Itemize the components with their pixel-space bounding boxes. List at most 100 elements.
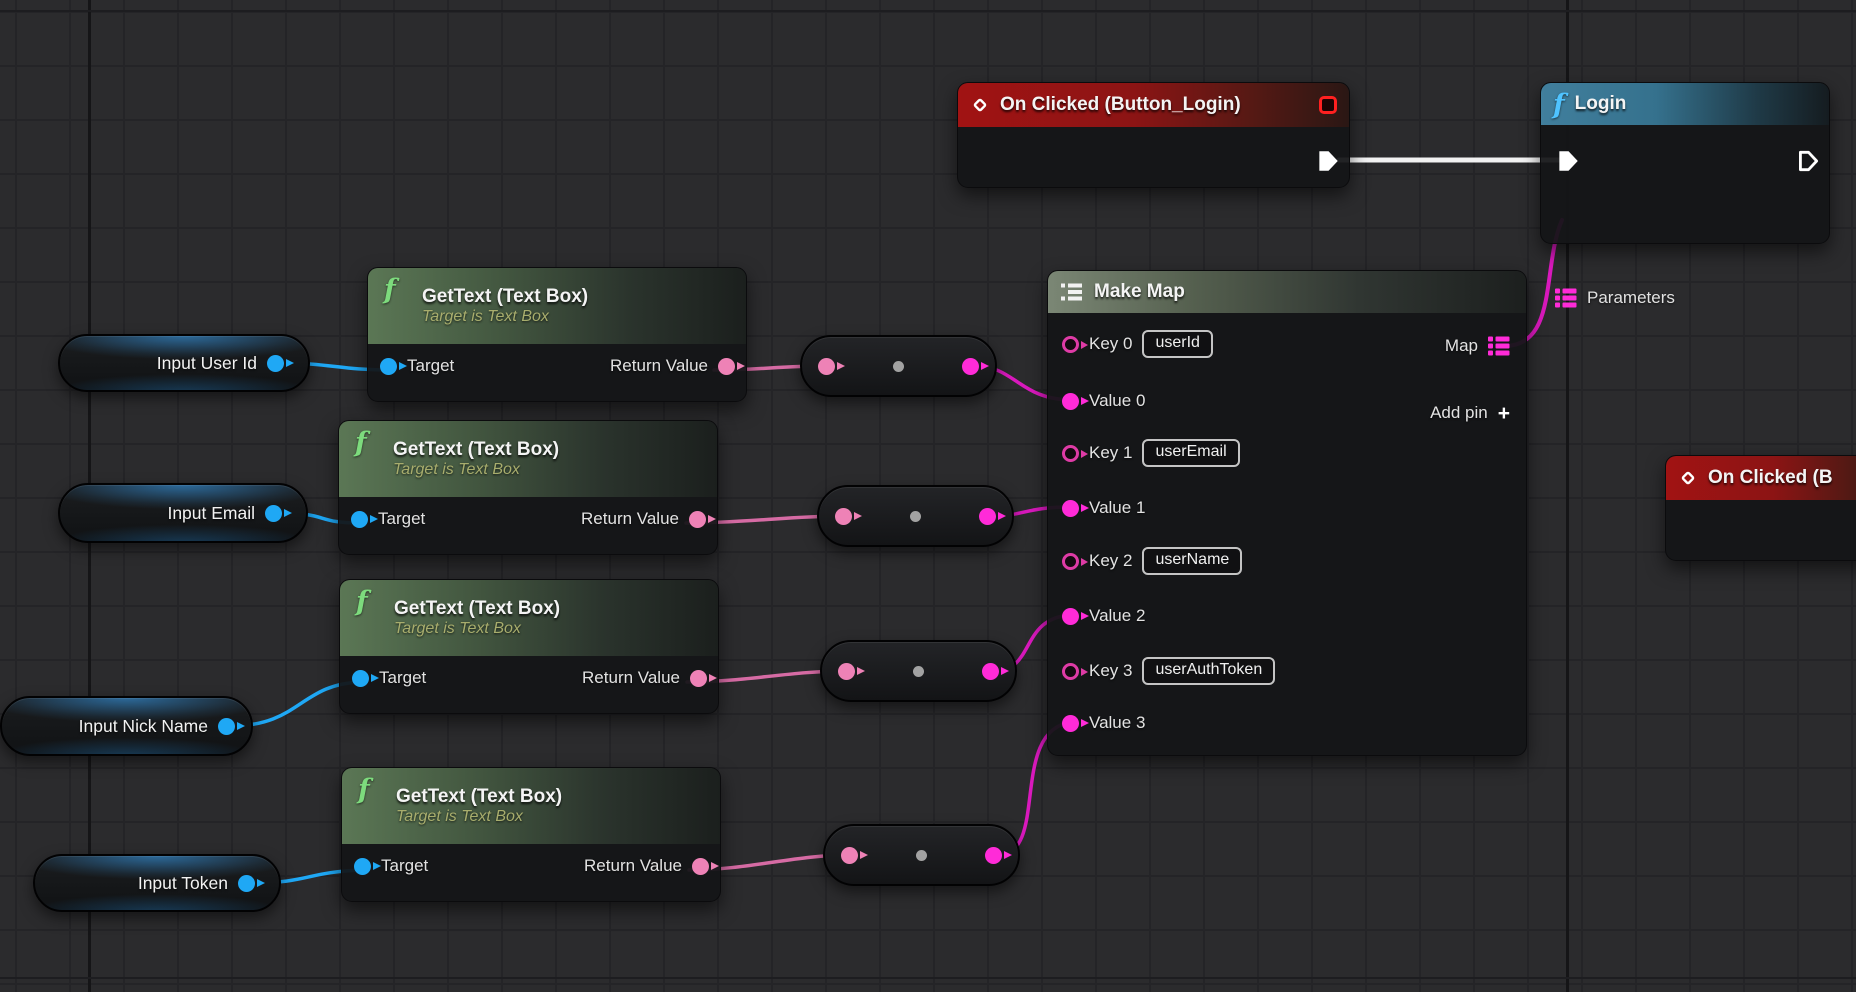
target-label: Target <box>407 356 454 376</box>
node-title: Make Map <box>1094 281 1185 303</box>
key1-pin-row[interactable]: Key 1 userEmail <box>1062 436 1240 470</box>
value2-pin-row[interactable]: Value 2 <box>1062 599 1145 633</box>
conversion-node-1[interactable] <box>800 335 997 397</box>
add-pin-button[interactable]: Add pin + <box>1430 396 1510 430</box>
key3-value-field[interactable]: userAuthToken <box>1142 657 1275 685</box>
node-gettext-4[interactable]: f GetText (Text Box) Target is Text Box … <box>341 767 721 902</box>
node-on-clicked-partial[interactable]: On Clicked (B <box>1665 455 1856 561</box>
value1-pin[interactable] <box>1062 500 1079 517</box>
variable-node-input-user-id[interactable]: Input User Id <box>58 334 310 392</box>
variable-out-pin[interactable] <box>218 718 235 735</box>
plus-icon: + <box>1498 403 1510 424</box>
return-value-label: Return Value <box>584 856 682 876</box>
exec-in-pin[interactable] <box>1555 148 1581 174</box>
target-pin[interactable] <box>351 511 368 528</box>
conversion-node-4[interactable] <box>823 824 1020 886</box>
value1-label: Value 1 <box>1089 498 1145 518</box>
variable-out-pin[interactable] <box>265 505 282 522</box>
node-subtitle: Target is Text Box <box>393 461 520 479</box>
conversion-node-3[interactable] <box>820 640 1017 702</box>
parameters-pin-label: Parameters <box>1587 288 1675 308</box>
key2-pin-row[interactable]: Key 2 userName <box>1062 544 1242 578</box>
value0-pin[interactable] <box>1062 393 1079 410</box>
value0-label: Value 0 <box>1089 391 1145 411</box>
key2-label: Key 2 <box>1089 551 1132 571</box>
node-title: GetText (Text Box) <box>394 598 560 620</box>
node-gettext-3[interactable]: f GetText (Text Box) Target is Text Box … <box>339 579 719 714</box>
target-pin[interactable] <box>352 670 369 687</box>
return-value-pin[interactable] <box>690 670 707 687</box>
conversion-out-pin[interactable] <box>979 508 996 525</box>
key0-pin[interactable] <box>1062 336 1079 353</box>
variable-out-pin[interactable] <box>238 875 255 892</box>
map-pin-icon <box>1555 288 1577 308</box>
key0-label: Key 0 <box>1089 334 1132 354</box>
variable-label: Input Email <box>167 503 255 524</box>
return-value-pin[interactable] <box>692 858 709 875</box>
conversion-in-pin[interactable] <box>838 663 855 680</box>
value3-label: Value 3 <box>1089 713 1145 733</box>
exec-out-pin[interactable] <box>1795 148 1821 174</box>
event-node-header: On Clicked (B <box>1666 456 1856 500</box>
node-login[interactable]: f Login Parameters <box>1540 82 1830 244</box>
node-subtitle: Target is Text Box <box>396 808 523 826</box>
map-output-pin-row[interactable]: Map <box>1445 329 1510 363</box>
value3-pin[interactable] <box>1062 715 1079 732</box>
node-subtitle: Target is Text Box <box>394 620 521 638</box>
conversion-out-pin[interactable] <box>985 847 1002 864</box>
node-title: On Clicked (Button_Login) <box>1000 94 1241 116</box>
conversion-dot-icon <box>893 361 904 372</box>
conversion-in-pin[interactable] <box>818 358 835 375</box>
function-f-icon: f <box>1553 91 1565 118</box>
node-title: GetText (Text Box) <box>396 786 562 808</box>
target-pin[interactable] <box>354 858 371 875</box>
variable-node-input-nick-name[interactable]: Input Nick Name <box>0 696 253 756</box>
node-title: GetText (Text Box) <box>393 439 559 461</box>
variable-node-input-email[interactable]: Input Email <box>58 483 308 543</box>
event-node-header: On Clicked (Button_Login) <box>958 83 1349 127</box>
value3-pin-row[interactable]: Value 3 <box>1062 706 1145 740</box>
map-pin-icon[interactable] <box>1488 336 1510 356</box>
delegate-square-icon[interactable] <box>1319 96 1337 114</box>
target-label: Target <box>378 509 425 529</box>
node-gettext-2[interactable]: f GetText (Text Box) Target is Text Box … <box>338 420 718 555</box>
blueprint-graph-canvas[interactable]: On Clicked (Button_Login) f Login Parame… <box>0 0 1856 992</box>
value2-label: Value 2 <box>1089 606 1145 626</box>
return-value-pin[interactable] <box>689 511 706 528</box>
conversion-dot-icon <box>910 511 921 522</box>
node-on-clicked-button-login[interactable]: On Clicked (Button_Login) <box>957 82 1350 188</box>
exec-out-pin[interactable] <box>1315 148 1341 174</box>
conversion-in-pin[interactable] <box>835 508 852 525</box>
key1-pin[interactable] <box>1062 445 1079 462</box>
conversion-out-pin[interactable] <box>982 663 999 680</box>
variable-label: Input Nick Name <box>79 716 208 737</box>
key2-pin[interactable] <box>1062 553 1079 570</box>
key3-pin-row[interactable]: Key 3 userAuthToken <box>1062 654 1275 688</box>
node-gettext-1[interactable]: f GetText (Text Box) Target is Text Box … <box>367 267 747 402</box>
parameters-pin-row[interactable]: Parameters <box>1555 281 1675 315</box>
return-value-pin[interactable] <box>718 358 735 375</box>
conversion-node-2[interactable] <box>817 485 1014 547</box>
key3-label: Key 3 <box>1089 661 1132 681</box>
variable-out-pin[interactable] <box>267 355 284 372</box>
conversion-out-pin[interactable] <box>962 358 979 375</box>
variable-node-input-token[interactable]: Input Token <box>33 854 281 912</box>
key0-pin-row[interactable]: Key 0 userId <box>1062 327 1213 361</box>
value2-pin[interactable] <box>1062 608 1079 625</box>
key0-value-field[interactable]: userId <box>1142 330 1212 358</box>
value0-pin-row[interactable]: Value 0 <box>1062 384 1145 418</box>
node-make-map[interactable]: Make Map Key 0 userId Value 0 Key 1 user… <box>1047 270 1527 756</box>
conversion-in-pin[interactable] <box>841 847 858 864</box>
key1-value-field[interactable]: userEmail <box>1142 439 1239 467</box>
function-f-icon: f <box>355 429 367 456</box>
function-f-icon: f <box>356 588 368 615</box>
return-value-label: Return Value <box>582 668 680 688</box>
function-f-icon: f <box>358 776 370 803</box>
key2-value-field[interactable]: userName <box>1142 547 1242 575</box>
node-title: Login <box>1575 93 1627 115</box>
target-pin[interactable] <box>380 358 397 375</box>
key3-pin[interactable] <box>1062 663 1079 680</box>
map-output-label: Map <box>1445 336 1478 356</box>
conversion-dot-icon <box>916 850 927 861</box>
value1-pin-row[interactable]: Value 1 <box>1062 491 1145 525</box>
